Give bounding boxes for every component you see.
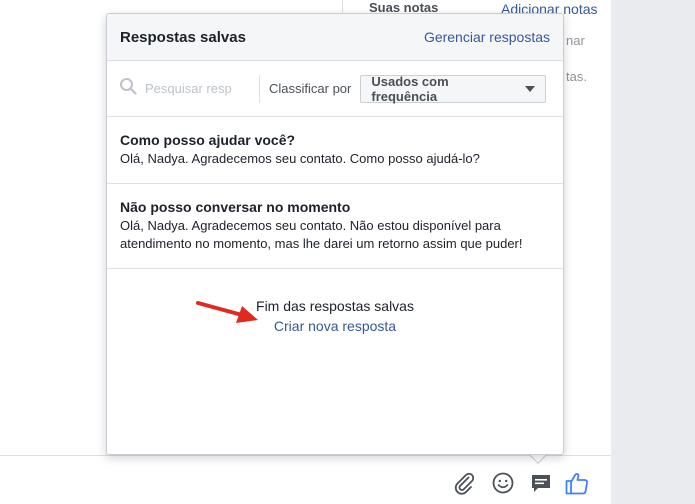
saved-reply-body: Olá, Nadya. Agradecemos seu contato. Com… (120, 151, 480, 166)
background-text-fragment: nar (566, 33, 585, 48)
sort-label: Classificar por (269, 81, 352, 96)
red-arrow-icon (196, 297, 260, 332)
search-icon (119, 77, 137, 100)
paperclip-icon[interactable] (450, 469, 478, 497)
end-of-list-block: Fim das respostas salvas Criar nova resp… (107, 296, 563, 336)
saved-reply-item[interactable]: Não posso conversar no momento Olá, Nady… (107, 184, 563, 269)
saved-reply-title: Não posso conversar no momento (120, 199, 351, 215)
toolbar-divider (259, 74, 260, 103)
saved-reply-item[interactable]: Como posso ajudar você? Olá, Nadya. Agra… (107, 117, 563, 184)
popup-toolbar: Classificar por Usados com frequência (107, 61, 563, 117)
search-input[interactable] (145, 81, 245, 96)
saved-replies-popup: Respostas salvas Gerenciar respostas Cla… (106, 13, 564, 455)
end-of-list-text: Fim das respostas salvas (256, 298, 414, 314)
search-box[interactable] (119, 77, 259, 100)
popup-title: Respostas salvas (120, 28, 246, 46)
popup-header: Respostas salvas Gerenciar respostas (107, 14, 563, 61)
thumbs-up-icon[interactable] (563, 469, 591, 497)
sort-dropdown[interactable]: Usados com frequência (360, 73, 547, 104)
caret-down-icon (525, 85, 536, 92)
saved-reply-body: Olá, Nadya. Agradecemos seu contato. Não… (120, 218, 523, 251)
composer-bar (0, 456, 611, 504)
right-sidebar-background (611, 0, 695, 504)
manage-replies-link[interactable]: Gerenciar respostas (424, 29, 550, 45)
chat-bubble-icon[interactable] (527, 469, 555, 497)
create-reply-link[interactable]: Criar nova resposta (107, 316, 563, 336)
smiley-icon[interactable] (489, 469, 517, 497)
sort-dropdown-value: Usados com frequência (371, 73, 449, 104)
background-text-fragment: tas. (566, 69, 587, 84)
saved-reply-title: Como posso ajudar você? (120, 132, 296, 148)
